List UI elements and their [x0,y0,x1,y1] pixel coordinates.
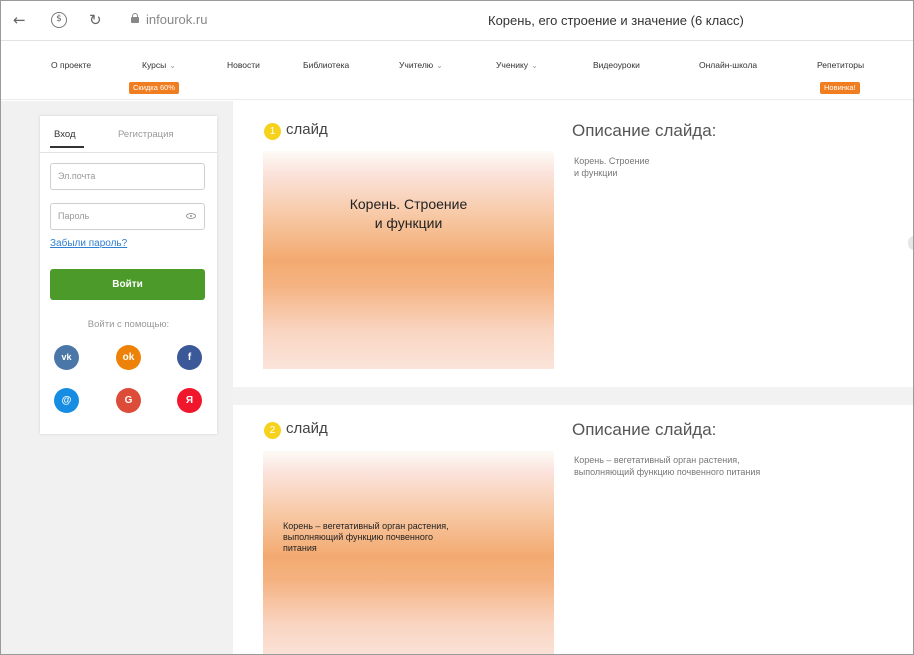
facebook-icon[interactable]: f [177,345,202,370]
nav-item-students[interactable]: Ученику ⌄ [496,60,538,70]
slide-label: слайд [286,121,328,138]
vk-icon[interactable]: vk [54,345,79,370]
slide-thumbnail[interactable]: Корень – вегетативный орган растения, вы… [263,451,554,654]
reload-icon[interactable]: ↻ [89,11,102,29]
chevron-down-icon: ⌄ [169,61,176,70]
slide-number: 2 [264,422,281,439]
browser-window: ← $ ↻ infourok.ru Корень, его строение и… [0,0,914,655]
slide-thumbnail-text: Корень – вегетативный орган растения, вы… [283,521,449,553]
nav-item-label: Ученику [496,60,529,70]
yandex-icon[interactable]: Я [177,388,202,413]
lock-icon [131,13,139,23]
odnoklassniki-icon[interactable]: ok [116,345,141,370]
nav-item-label: Репетиторы [817,60,865,70]
chevron-down-icon: ⌄ [531,61,538,70]
extension-icon[interactable]: $ [51,12,67,28]
slide-block: 2 слайд Корень – вегетативный орган раст… [233,405,913,654]
tab-login[interactable]: Вход [50,129,83,148]
nav-item-about[interactable]: О проекте [51,60,91,70]
mailru-icon[interactable]: @ [54,388,79,413]
slide-description-heading: Описание слайда: [572,420,717,439]
slide-thumbnail-text: Корень. Строение и функции [349,196,468,231]
login-button[interactable]: Войти [50,269,205,300]
page-title: Корень, его строение и значение (6 класс… [488,13,744,28]
nav-item-library[interactable]: Библиотека [303,60,349,70]
social-login-label: Войти с помощью: [87,319,170,330]
slide-divider [233,387,913,405]
chevron-down-icon: ⌄ [436,61,443,70]
password-field[interactable]: Пароль [50,203,205,230]
password-placeholder: Пароль [58,211,90,221]
courses-discount-badge: Скидка 60% [129,82,179,94]
email-field[interactable]: Эл.почта [50,163,205,190]
nav-item-video[interactable]: Видеоуроки [593,60,640,70]
nav-item-label: Видеоуроки [593,60,640,70]
scroll-handle[interactable] [908,236,913,250]
site-nav: О проекте Курсы ⌄ Новости Библиотека Учит… [1,42,913,100]
slide-block: 1 слайд Корень. Строение и функции Описа… [233,101,913,387]
slide-description-text: Корень – вегетативный орган растения, вы… [574,455,761,477]
nav-item-label: Библиотека [303,60,350,70]
tutors-new-badge: Новинка! [820,82,860,94]
browser-toolbar: ← $ ↻ infourok.ru Корень, его строение и… [1,1,913,41]
slide-description-text: Корень. Строение и функции [574,156,650,178]
nav-item-label: Онлайн-школа [699,60,758,70]
google-icon[interactable]: G [116,388,141,413]
eye-icon[interactable] [186,213,196,219]
slide-label: слайд [286,420,328,437]
nav-item-courses[interactable]: Курсы ⌄ [142,60,176,70]
slides-content: 1 слайд Корень. Строение и функции Описа… [233,101,913,654]
address-bar[interactable]: infourok.ru [146,12,207,27]
nav-item-online-school[interactable]: Онлайн-школа [699,60,757,70]
slide-thumbnail[interactable]: Корень. Строение и функции [263,151,554,369]
slide-description-heading: Описание слайда: [572,121,717,140]
nav-item-news[interactable]: Новости [227,60,260,70]
nav-item-tutors[interactable]: Репетиторы [817,60,864,70]
slide-number: 1 [264,123,281,140]
nav-item-teachers[interactable]: Учителю ⌄ [399,60,443,70]
nav-item-label: Учителю [399,60,434,70]
login-panel: Вход Регистрация Эл.почта Пароль Забыли … [40,116,217,434]
forgot-password-link[interactable]: Забыли пароль? [50,238,127,249]
tab-register[interactable]: Регистрация [118,129,174,140]
nav-item-label: О проекте [51,60,92,70]
nav-item-label: Курсы [142,60,167,70]
tabs-divider [40,152,217,153]
nav-item-label: Новости [227,60,260,70]
back-arrow-icon[interactable]: ← [13,11,26,29]
